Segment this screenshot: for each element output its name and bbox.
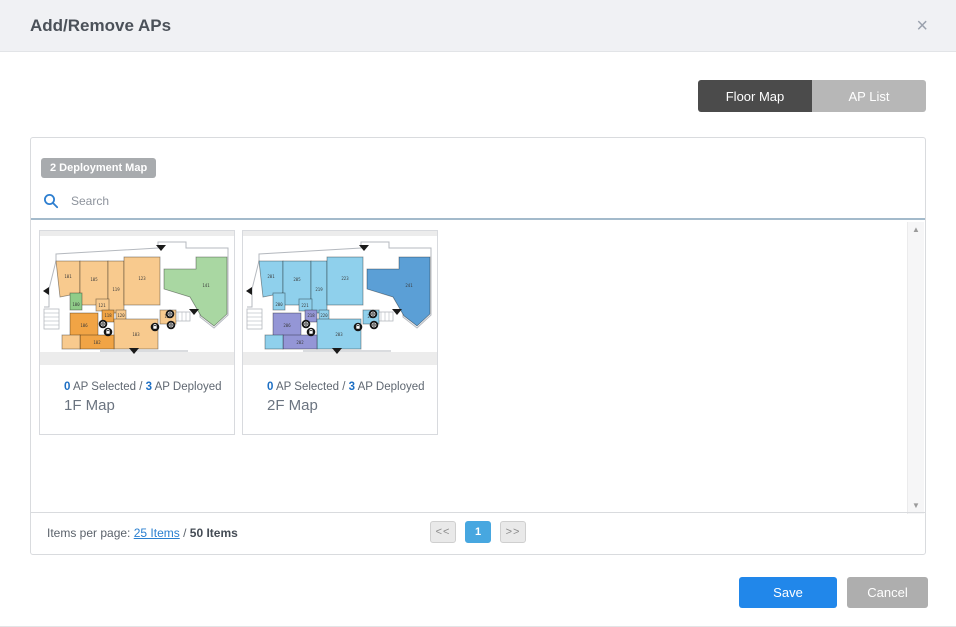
svg-text:105: 105 <box>90 277 98 282</box>
svg-text:121: 121 <box>98 303 106 308</box>
next-page-button[interactable]: >> <box>500 521 526 543</box>
add-remove-aps-modal: { "modal": { "title": "Add/Remove APs", … <box>0 0 956 627</box>
view-tabs: Floor Map AP List <box>698 80 926 112</box>
deployment-map-panel: 2 Deployment Map 10110511912310012114110… <box>30 137 926 555</box>
search-icon <box>43 193 59 209</box>
svg-text:220: 220 <box>320 313 328 318</box>
modal-header: Add/Remove APs × <box>0 0 956 52</box>
svg-text:141: 141 <box>202 283 210 288</box>
deployment-map-count-badge: 2 Deployment Map <box>41 158 156 178</box>
svg-text:241: 241 <box>405 283 413 288</box>
svg-text:221: 221 <box>301 303 309 308</box>
svg-text:101: 101 <box>64 274 72 279</box>
svg-text:102: 102 <box>93 340 101 345</box>
save-button[interactable]: Save <box>739 577 837 608</box>
svg-text:200: 200 <box>275 302 283 307</box>
svg-text:203: 203 <box>335 332 343 337</box>
items-per-page: Items per page: 25 Items / 50 Items <box>47 526 238 540</box>
page-size-link[interactable]: 25 Items <box>134 526 180 540</box>
scroll-down-icon[interactable]: ▼ <box>912 502 920 510</box>
close-icon[interactable]: × <box>916 16 928 36</box>
svg-text:218: 218 <box>307 313 315 318</box>
ap-count-line: 0 AP Selected / 3 AP Deployed <box>64 381 234 393</box>
total-items: 50 Items <box>190 526 238 540</box>
svg-text:103: 103 <box>132 332 140 337</box>
svg-text:118: 118 <box>104 313 112 318</box>
modal-footer: Save Cancel <box>739 577 928 608</box>
map-name: 1F Map <box>64 397 234 414</box>
ap-count-line: 0 AP Selected / 3 AP Deployed <box>267 381 437 393</box>
floor-map-card-1f[interactable]: 101105119123100121141106118120103104102 … <box>39 230 235 435</box>
floor-plan-thumbnail-1f: 101105119123100121141106118120103104102 <box>40 231 234 365</box>
search-input[interactable] <box>71 194 471 208</box>
tab-floor-map[interactable]: Floor Map <box>698 80 812 112</box>
svg-text:120: 120 <box>117 313 125 318</box>
svg-text:100: 100 <box>72 302 80 307</box>
svg-text:223: 223 <box>341 276 349 281</box>
svg-text:119: 119 <box>112 287 120 292</box>
svg-text:106: 106 <box>80 323 88 328</box>
floor-plan-thumbnail-2f: 201205219223200221241206218220203204202 <box>243 231 437 365</box>
tab-ap-list[interactable]: AP List <box>812 80 926 112</box>
svg-text:201: 201 <box>267 274 275 279</box>
prev-page-button[interactable]: << <box>430 521 456 543</box>
vertical-scrollbar[interactable]: ▲ ▼ <box>907 222 924 514</box>
map-card-list: 101105119123100121141106118120103104102 … <box>31 222 925 514</box>
cancel-button[interactable]: Cancel <box>847 577 928 608</box>
pagination-bar: Items per page: 25 Items / 50 Items << 1… <box>31 512 925 554</box>
page-title: Add/Remove APs <box>30 16 916 36</box>
svg-text:123: 123 <box>138 276 146 281</box>
current-page-button[interactable]: 1 <box>465 521 491 543</box>
search-bar <box>31 184 925 220</box>
svg-text:206: 206 <box>283 323 291 328</box>
svg-text:202: 202 <box>296 340 304 345</box>
svg-text:205: 205 <box>293 277 301 282</box>
svg-text:219: 219 <box>315 287 323 292</box>
floor-map-card-2f[interactable]: 201205219223200221241206218220203204202 … <box>242 230 438 435</box>
map-name: 2F Map <box>267 397 437 414</box>
scroll-up-icon[interactable]: ▲ <box>912 226 920 234</box>
